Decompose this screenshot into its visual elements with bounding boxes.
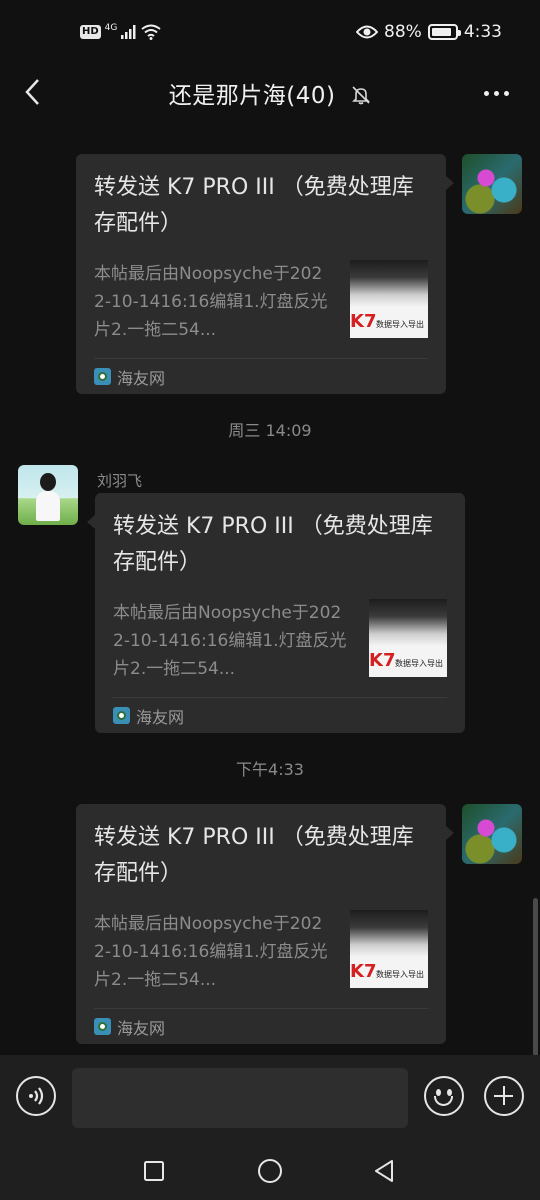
recent-apps-icon [144, 1161, 164, 1181]
avatar-sender[interactable] [18, 465, 78, 525]
chat-title-wrap: 还是那片海(40) [0, 76, 540, 110]
site-logo-icon [113, 707, 130, 724]
avatar-self[interactable] [462, 804, 522, 864]
chat-title: 还是那片海(40) [168, 83, 336, 109]
message-list[interactable]: 转发送 K7 PRO III （免费处理库存配件） 本帖最后由Noopsyche… [0, 120, 540, 1056]
back-nav-icon [375, 1160, 393, 1182]
more-dots-icon [483, 90, 489, 96]
emoji-icon [447, 1089, 452, 1096]
thumbnail-caption: 数据导入导出 [376, 320, 424, 329]
chat-header: 还是那片海(40) [0, 66, 540, 120]
battery-percent: 88% [384, 22, 422, 42]
input-bar [0, 1055, 540, 1143]
back-nav-button[interactable] [368, 1155, 400, 1187]
recent-apps-button[interactable] [138, 1155, 170, 1187]
emoji-icon [436, 1089, 441, 1096]
scrollbar[interactable] [533, 898, 538, 1056]
link-title: 转发送 K7 PRO III （免费处理库存配件） [94, 825, 414, 886]
thumbnail-brand: K7 [350, 961, 377, 982]
link-source: 海友网 [94, 358, 428, 394]
avatar-self[interactable] [462, 154, 522, 214]
link-body: 本帖最后由Noopsyche于2022-10-1416:16编辑1.灯盘反光片2… [113, 599, 447, 685]
network-label: 4G [104, 23, 118, 33]
link-card-message[interactable]: 转发送 K7 PRO III （免费处理库存配件） 本帖最后由Noopsyche… [87, 493, 465, 733]
voice-button[interactable] [16, 1076, 56, 1116]
timestamp: 周三 14:09 [228, 421, 312, 440]
link-description: 本帖最后由Noopsyche于2022-10-1416:16编辑1.灯盘反光片2… [94, 914, 328, 990]
link-body: 本帖最后由Noopsyche于2022-10-1416:16编辑1.灯盘反光片2… [94, 910, 428, 996]
link-card-message[interactable]: 转发送 K7 PRO III （免费处理库存配件） 本帖最后由Noopsyche… [76, 804, 454, 1044]
battery-fill [431, 28, 452, 36]
hd-badge: HD [80, 25, 101, 39]
wifi-icon [141, 24, 161, 40]
link-description: 本帖最后由Noopsyche于2022-10-1416:16编辑1.灯盘反光片2… [113, 603, 347, 679]
system-nav-bar [0, 1143, 540, 1200]
battery-icon [427, 24, 461, 40]
link-thumbnail: K7 数据导入导出 [369, 599, 447, 677]
link-source-name: 海友网 [136, 707, 185, 727]
emoji-icon [434, 1096, 453, 1106]
home-icon [258, 1159, 282, 1183]
more-button[interactable] [476, 78, 516, 108]
bell-off-icon [352, 85, 371, 104]
more-dots-icon [493, 90, 499, 96]
voice-icon [29, 1087, 44, 1105]
site-logo-icon [94, 1018, 111, 1035]
status-right: 88% 4:33 [356, 22, 502, 42]
emoji-button[interactable] [424, 1076, 464, 1116]
status-bar: HD 4G 88% 4:33 [0, 0, 540, 66]
thumbnail-brand: K7 [350, 311, 377, 332]
link-source: 海友网 [113, 697, 447, 733]
thumbnail-caption: 数据导入导出 [395, 659, 443, 668]
link-source-name: 海友网 [117, 1018, 166, 1038]
link-thumbnail: K7 数据导入导出 [350, 260, 428, 338]
site-logo-icon [94, 368, 111, 385]
thumbnail-caption: 数据导入导出 [376, 970, 424, 979]
link-source: 海友网 [94, 1008, 428, 1044]
signal-icon [121, 25, 136, 39]
link-card-message[interactable]: 转发送 K7 PRO III （免费处理库存配件） 本帖最后由Noopsyche… [76, 154, 454, 394]
more-dots-icon [503, 90, 509, 96]
status-time: 4:33 [463, 22, 502, 42]
link-title: 转发送 K7 PRO III （免费处理库存配件） [94, 175, 414, 236]
timestamp: 下午4:33 [236, 760, 304, 779]
status-left: HD 4G [80, 23, 161, 40]
message-input[interactable] [72, 1068, 408, 1128]
home-button[interactable] [254, 1155, 286, 1187]
plus-button[interactable] [484, 1076, 524, 1116]
link-body: 本帖最后由Noopsyche于2022-10-1416:16编辑1.灯盘反光片2… [94, 260, 428, 346]
link-source-name: 海友网 [117, 368, 166, 388]
sender-name: 刘羽飞 [97, 472, 143, 490]
link-description: 本帖最后由Noopsyche于2022-10-1416:16编辑1.灯盘反光片2… [94, 264, 328, 340]
link-title: 转发送 K7 PRO III （免费处理库存配件） [113, 514, 433, 575]
link-thumbnail: K7 数据导入导出 [350, 910, 428, 988]
eye-icon [356, 25, 379, 39]
thumbnail-brand: K7 [369, 650, 396, 671]
